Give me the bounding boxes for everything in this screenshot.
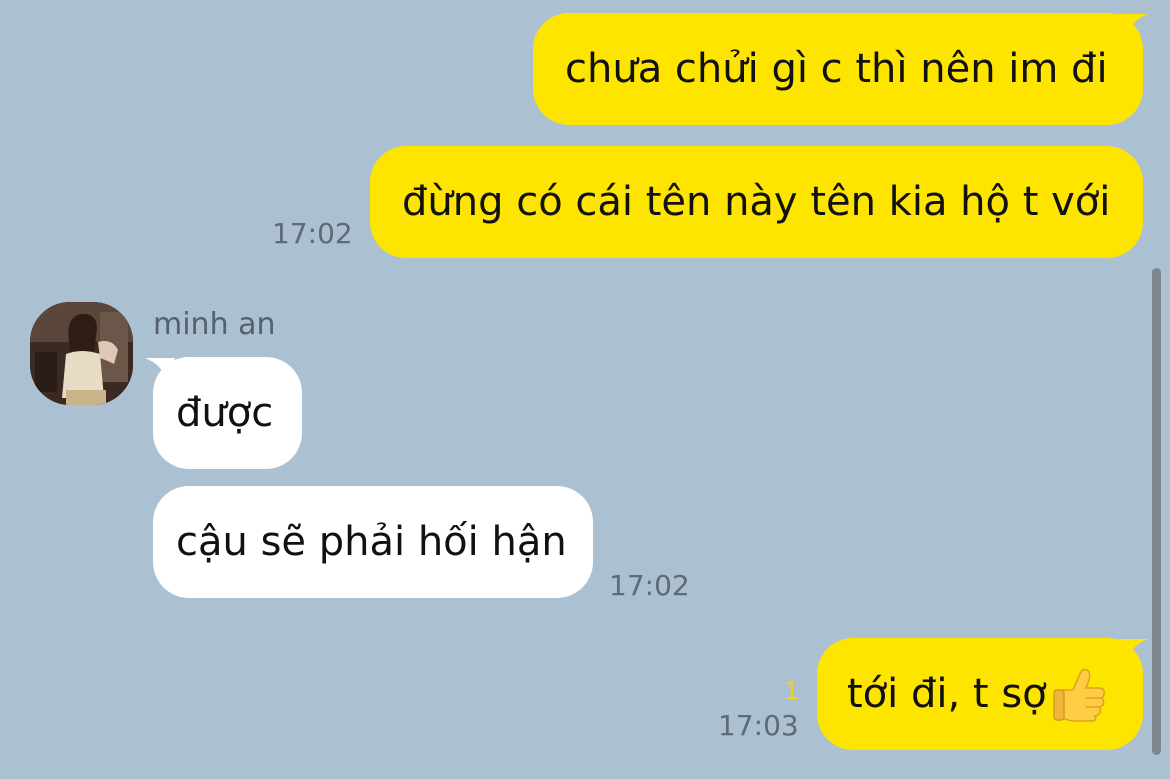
message-text: chưa chửi gì c thì nên im đi [565,46,1108,92]
message-text: đừng có cái tên này tên kia hộ t với [402,179,1111,225]
sender-name: minh an [153,307,276,342]
outgoing-message-bubble[interactable]: chưa chửi gì c thì nên im đi [533,13,1143,125]
scrollbar-thumb[interactable] [1152,268,1161,755]
unread-count: 1 [784,677,800,705]
message-timestamp: 17:02 [272,217,353,250]
bubble-tail [145,358,175,380]
message-timestamp: 17:03 [718,709,799,742]
bubble-tail [1118,14,1148,36]
message-text: được [176,390,274,436]
incoming-message-bubble[interactable]: được [153,357,302,469]
message-timestamp: 17:02 [609,569,690,602]
outgoing-message-bubble[interactable]: đừng có cái tên này tên kia hộ t với [370,146,1143,258]
avatar[interactable] [30,302,133,405]
message-text: tới đi, t sợ [847,671,1047,717]
incoming-message-bubble[interactable]: cậu sẽ phải hối hận [153,486,593,598]
message-text: cậu sẽ phải hối hận [176,519,567,565]
thumbs-up-icon [1052,668,1105,722]
outgoing-message-bubble[interactable]: tới đi, t sợ [817,638,1143,750]
bubble-tail [1118,639,1148,661]
chat-area[interactable]: chưa chửi gì c thì nên im đi đừng có cái… [0,0,1170,779]
